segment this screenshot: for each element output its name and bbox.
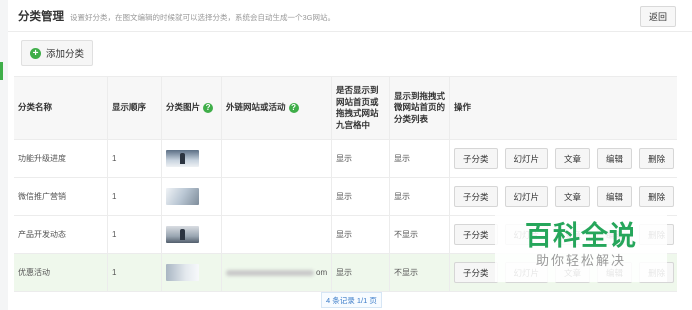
col-header-name: 分类名称 — [14, 77, 108, 139]
category-show-list: 不显示 — [390, 216, 450, 253]
category-order: 1 — [108, 140, 162, 177]
category-name: 功能升级进度 — [14, 140, 108, 177]
plus-circle-icon: + — [30, 47, 41, 59]
col-header-link: 外链网站或活动 ? — [222, 77, 332, 139]
category-thumbnail[interactable] — [166, 188, 199, 205]
subcategory-button[interactable]: 子分类 — [454, 186, 498, 207]
help-icon[interactable]: ? — [288, 103, 299, 113]
row-actions: 子分类 幻灯片 文章 编辑 删除 — [450, 140, 677, 177]
col-header-order: 显示顺序 — [108, 77, 162, 139]
category-thumbnail[interactable] — [166, 150, 199, 167]
category-link — [222, 140, 332, 177]
col-header-link-label: 外链网站或活动 — [226, 102, 286, 113]
category-name: 产品开发动态 — [14, 216, 108, 253]
external-link[interactable]: om — [226, 268, 327, 277]
page-header: 分类管理 设置好分类，在图文编辑的时候就可以选择分类，系统会自动生成一个3G网站… — [18, 8, 335, 26]
category-order: 1 — [108, 216, 162, 253]
category-thumbnail[interactable] — [166, 264, 199, 281]
help-icon[interactable]: ? — [203, 103, 214, 113]
category-order: 1 — [108, 254, 162, 291]
category-show-list: 显示 — [390, 178, 450, 215]
category-image-cell — [162, 216, 222, 253]
category-order: 1 — [108, 178, 162, 215]
category-image-cell — [162, 178, 222, 215]
table-header-row: 分类名称 显示顺序 分类图片 ? 外链网站或活动 ? 是否显示到网站首页或拖拽式… — [14, 76, 677, 140]
watermark-overlay: 百科全说 助你轻松解决 — [495, 210, 667, 282]
subcategory-button[interactable]: 子分类 — [454, 262, 498, 283]
delete-button[interactable]: 删除 — [639, 148, 675, 169]
category-link — [222, 178, 332, 215]
add-category-label: 添加分类 — [46, 49, 85, 60]
category-image-cell — [162, 140, 222, 177]
col-header-image-label: 分类图片 — [166, 102, 201, 113]
slideshow-button[interactable]: 幻灯片 — [504, 148, 549, 169]
watermark-title: 百科全说 — [525, 221, 637, 252]
category-link-cell: om — [222, 254, 332, 291]
edit-button[interactable]: 编辑 — [597, 186, 633, 207]
category-show-home: 显示 — [332, 178, 390, 215]
nav-active-indicator — [0, 62, 3, 80]
category-show-list: 不显示 — [390, 254, 450, 291]
col-header-show-list: 显示到拖拽式微网站首页的分类列表 — [390, 77, 450, 139]
category-show-home: 显示 — [332, 254, 390, 291]
category-name: 微信推广营销 — [14, 178, 108, 215]
category-show-home: 显示 — [332, 140, 390, 177]
pagination-info: 4 条记录 1/1 页 — [321, 292, 382, 308]
col-header-show-home: 是否显示到网站首页或拖拽式网站九宫格中 — [332, 77, 390, 139]
col-header-image: 分类图片 ? — [162, 77, 222, 139]
header-divider — [8, 31, 692, 32]
edit-button[interactable]: 编辑 — [597, 148, 633, 169]
add-category-button[interactable]: + 添加分类 — [21, 40, 93, 66]
category-image-cell — [162, 254, 222, 291]
page-subtitle: 设置好分类，在图文编辑的时候就可以选择分类，系统会自动生成一个3G网站。 — [70, 13, 336, 22]
articles-button[interactable]: 文章 — [555, 148, 591, 169]
page-title: 分类管理 — [18, 11, 64, 23]
subcategory-button[interactable]: 子分类 — [454, 224, 498, 245]
category-show-list: 显示 — [390, 140, 450, 177]
category-name: 优惠活动 — [14, 254, 108, 291]
category-thumbnail[interactable] — [166, 226, 199, 243]
col-header-actions: 操作 — [454, 102, 472, 113]
articles-button[interactable]: 文章 — [555, 186, 591, 207]
delete-button[interactable]: 删除 — [639, 186, 675, 207]
subcategory-button[interactable]: 子分类 — [454, 148, 498, 169]
redacted-url — [226, 269, 314, 276]
category-show-home: 显示 — [332, 216, 390, 253]
watermark-subtitle: 助你轻松解决 — [535, 254, 626, 269]
category-link — [222, 216, 332, 253]
back-button[interactable]: 返回 — [640, 6, 676, 27]
slideshow-button[interactable]: 幻灯片 — [504, 186, 549, 207]
external-link-suffix: om — [316, 268, 328, 277]
table-row: 功能升级进度 1 显示 显示 子分类 幻灯片 文章 编辑 删除 — [14, 140, 677, 178]
